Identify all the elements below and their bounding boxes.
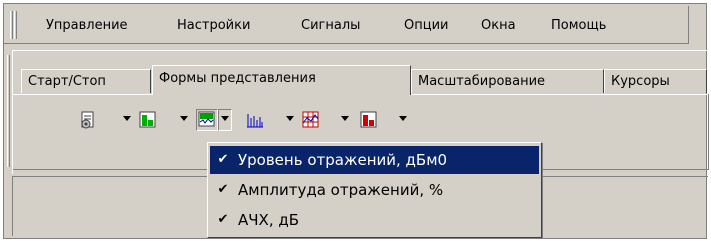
menubar-grip[interactable]	[10, 11, 13, 39]
chevron-down-icon[interactable]	[286, 116, 294, 121]
menu-item-help[interactable]: Помощь	[551, 17, 606, 35]
menu-bar: Управление Настройки Сигналы Опции Окна …	[4, 6, 688, 44]
tab-scaling[interactable]: Масштабирование	[411, 69, 604, 93]
menu-item-label: АЧХ, дБ	[238, 211, 300, 229]
menu-item-label: Уровень отражений, дБм0	[238, 151, 448, 169]
chevron-down-icon[interactable]	[123, 116, 131, 121]
menubar-edge	[688, 6, 689, 44]
waveform-icon[interactable]	[196, 109, 218, 131]
menu-item-reflection-level[interactable]: ✔ Уровень отражений, дБм0	[210, 146, 539, 174]
tab-display-forms[interactable]: Формы представления	[152, 65, 411, 95]
display-form-dropdown: ✔ Уровень отражений, дБм0 ✔ Амплитуда от…	[207, 142, 542, 238]
menu-item-frequency-response[interactable]: ✔ АЧХ, дБ	[210, 206, 539, 234]
checkmark-icon: ✔	[217, 152, 229, 167]
chevron-down-icon[interactable]	[341, 116, 349, 121]
menu-item-options[interactable]: Опции	[404, 17, 448, 35]
chevron-down-icon[interactable]	[180, 116, 188, 121]
menu-item-label: Амплитуда отражений, %	[238, 181, 444, 199]
menu-item-signals[interactable]: Сигналы	[301, 17, 360, 35]
bar-spectrum-icon[interactable]	[244, 109, 266, 131]
green-chart-icon[interactable]	[137, 109, 159, 131]
tab-start-stop[interactable]: Старт/Стоп	[21, 69, 151, 93]
menu-item-control[interactable]: Управление	[46, 17, 128, 35]
tab-cursors[interactable]: Курсоры	[604, 69, 707, 93]
menu-item-windows[interactable]: Окна	[481, 17, 516, 35]
red-chart-icon[interactable]	[358, 109, 380, 131]
menu-item-reflection-amplitude[interactable]: ✔ Амплитуда отражений, %	[210, 176, 539, 204]
checkmark-icon: ✔	[217, 212, 229, 227]
settings-document-icon[interactable]	[77, 109, 99, 131]
menu-item-settings[interactable]: Настройки	[177, 17, 250, 35]
menubar-grip	[14, 11, 17, 39]
chevron-down-icon[interactable]	[399, 116, 407, 121]
grid-plot-icon[interactable]	[300, 109, 322, 131]
panel-edge	[708, 94, 709, 170]
toolbar-grip[interactable]	[7, 55, 10, 167]
checkmark-icon: ✔	[217, 182, 229, 197]
chevron-down-icon[interactable]	[221, 116, 229, 121]
